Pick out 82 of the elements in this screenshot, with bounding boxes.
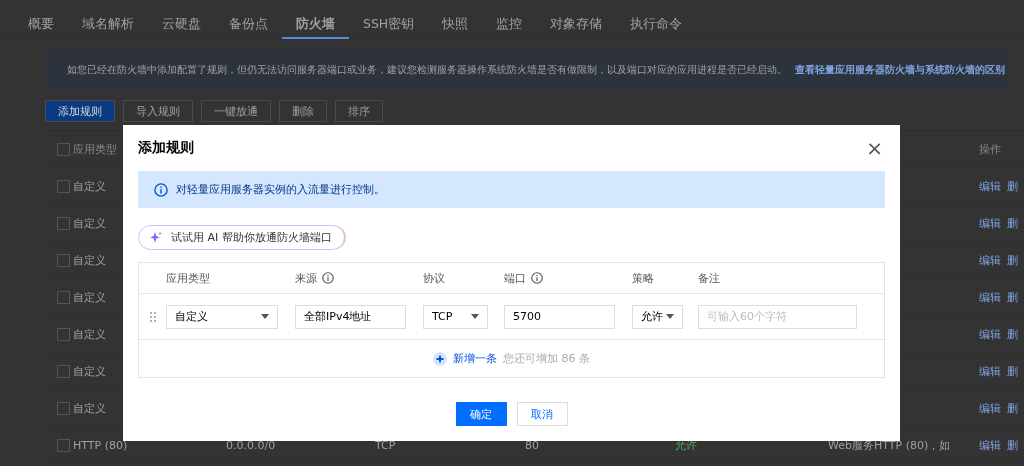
info-text: 对轻量应用服务器实例的入流量进行控制。: [176, 182, 385, 197]
checkbox[interactable]: [57, 438, 70, 452]
table-cell: 自定义: [73, 215, 106, 231]
action-link[interactable]: 编辑: [979, 215, 1001, 231]
table-cell: TCP: [375, 438, 396, 452]
nav-tab[interactable]: SSH密钥: [349, 10, 429, 39]
column-header: 来源: [295, 270, 317, 286]
action-link[interactable]: 编辑: [979, 437, 1001, 453]
select-field[interactable]: TCP: [423, 304, 488, 329]
input-field[interactable]: 全部IPv4地址: [295, 304, 406, 329]
checkbox[interactable]: [57, 401, 70, 415]
checkbox[interactable]: [57, 216, 70, 230]
action-link[interactable]: 编辑: [979, 363, 1001, 379]
table-cell: 自定义: [73, 178, 106, 194]
action-link[interactable]: 编辑: [979, 289, 1001, 305]
dialog-title: 添加规则: [138, 139, 194, 157]
select-field[interactable]: 允许: [632, 304, 683, 329]
drag-handle-icon[interactable]: [150, 310, 156, 323]
info-icon: [154, 182, 168, 197]
confirm-button[interactable]: 确定: [455, 402, 507, 426]
action-link[interactable]: 删: [1007, 363, 1018, 379]
remaining-hint: 您还可增加 86 条: [503, 351, 590, 366]
ai-help-button[interactable]: 试试用 AI 帮助你放通防火墙端口: [138, 225, 345, 250]
nav-tab[interactable]: 防火墙: [282, 10, 349, 39]
action-link[interactable]: 删: [1007, 178, 1018, 194]
cancel-button[interactable]: 取消: [516, 402, 568, 426]
table-cell: 自定义: [73, 400, 106, 416]
nav-tab[interactable]: 概要: [14, 10, 68, 39]
column-header: 策略: [632, 270, 654, 286]
notice-text: 如您已经在防火墙中添加配置了规则，但仍无法访问服务器端口或业务，建议您检测服务器操作系统防火墙是否有做限制，以及端口对应的应用进程是否已经启动。: [67, 63, 787, 77]
action-link[interactable]: 删: [1007, 289, 1018, 305]
nav-tab[interactable]: 域名解析: [68, 10, 148, 39]
column-header: 应用类型: [73, 141, 117, 157]
notice-link[interactable]: 查看轻量应用服务器防火墙与系统防火墙的区别: [795, 63, 1005, 77]
toolbar-button[interactable]: 删除: [279, 100, 327, 122]
caret-icon: [261, 314, 269, 319]
checkbox[interactable]: [57, 179, 70, 193]
toolbar-button[interactable]: 一键放通: [201, 100, 271, 122]
column-header: 应用类型: [166, 270, 210, 286]
action-link[interactable]: 编辑: [979, 326, 1001, 342]
checkbox[interactable]: [57, 290, 70, 304]
checkbox[interactable]: [57, 364, 70, 378]
action-link[interactable]: 删: [1007, 252, 1018, 268]
action-link[interactable]: 编辑: [979, 178, 1001, 194]
caret-icon: [666, 314, 674, 319]
table-cell: 0.0.0.0/0: [226, 438, 276, 452]
action-link[interactable]: 删: [1007, 437, 1018, 453]
plus-icon[interactable]: [433, 351, 447, 366]
table-cell: 自定义: [73, 326, 106, 342]
checkbox[interactable]: [57, 253, 70, 267]
checkbox[interactable]: [57, 327, 70, 341]
toolbar-button[interactable]: 添加规则: [45, 100, 115, 122]
nav-tab[interactable]: 监控: [482, 10, 537, 39]
action-link[interactable]: 删: [1007, 326, 1018, 342]
table-cell: 允许: [675, 437, 697, 453]
action-link[interactable]: 编辑: [979, 252, 1001, 268]
caret-icon: [471, 314, 479, 319]
table-cell: 自定义: [73, 252, 106, 268]
nav-tab[interactable]: 执行命令: [616, 10, 697, 39]
action-link[interactable]: 删: [1007, 400, 1018, 416]
action-link[interactable]: 编辑: [979, 400, 1001, 416]
column-header: 协议: [423, 270, 445, 286]
table-cell: 自定义: [73, 363, 106, 379]
nav-tab[interactable]: 对象存储: [536, 10, 617, 39]
column-header: 操作: [979, 141, 1001, 157]
toolbar-button[interactable]: 排序: [335, 100, 383, 122]
table-cell: HTTP (80): [73, 438, 128, 452]
checkbox[interactable]: [57, 142, 70, 156]
column-header: 端口: [504, 270, 526, 286]
table-cell: 自定义: [73, 289, 106, 305]
toolbar-button[interactable]: 导入规则: [123, 100, 193, 122]
input-field[interactable]: 5700: [504, 304, 615, 329]
action-link[interactable]: 删: [1007, 215, 1018, 231]
nav-tab[interactable]: 快照: [428, 10, 483, 39]
select-field[interactable]: 自定义: [166, 304, 278, 329]
add-rule-link[interactable]: 新增一条: [453, 351, 497, 366]
nav-tab[interactable]: 备份点: [215, 10, 282, 39]
column-header: 备注: [698, 270, 720, 286]
close-button[interactable]: ×: [864, 138, 885, 158]
table-cell: 80: [525, 438, 539, 452]
nav-tab[interactable]: 云硬盘: [148, 10, 215, 39]
table-cell: Web服务HTTP (80)，如: [828, 437, 951, 453]
